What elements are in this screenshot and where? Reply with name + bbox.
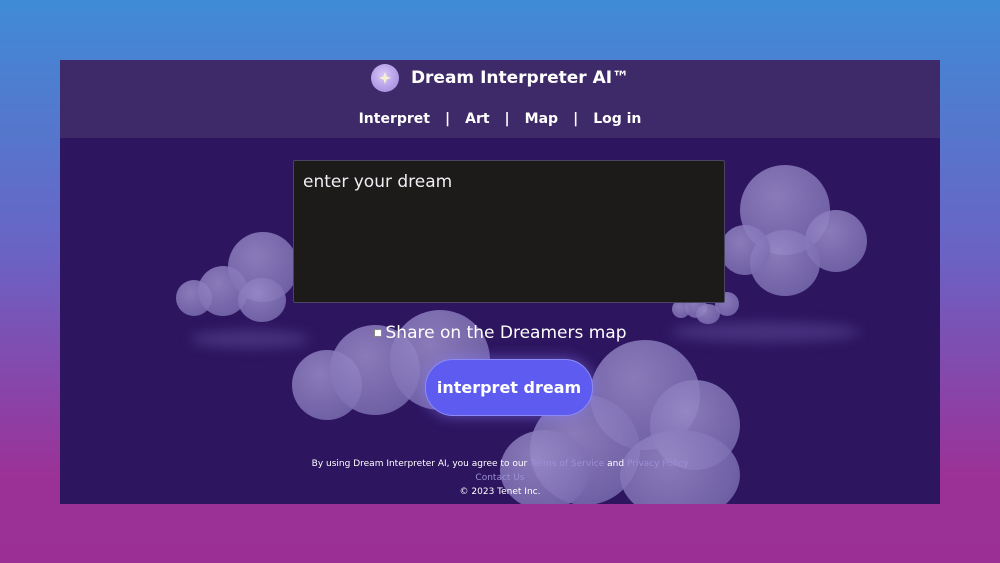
privacy-link[interactable]: Privacy Policy	[627, 459, 688, 469]
share-label[interactable]: Share on the Dreamers map	[386, 323, 627, 343]
nav-art[interactable]: Art	[465, 111, 489, 127]
dream-input[interactable]	[293, 160, 725, 303]
cloud-ball	[238, 278, 286, 322]
footer-and-text: and	[607, 459, 625, 469]
nav-separator: |	[573, 111, 579, 127]
footer-contact: Contact Us	[60, 471, 940, 485]
sparkle-icon	[370, 64, 399, 92]
nav-separator: |	[444, 111, 451, 127]
app-window: Dream Interpreter AI™ Interpret | Art | …	[60, 60, 940, 504]
share-checkbox[interactable]	[373, 329, 382, 337]
nav-interpret[interactable]: Interpret	[359, 111, 430, 127]
footer-agree-text: By using Dream Interpreter AI, you agree…	[311, 459, 528, 469]
contact-link[interactable]: Contact Us	[475, 473, 524, 483]
cloud-ball	[720, 225, 770, 275]
nav-map[interactable]: Map	[525, 111, 558, 127]
footer-agreement: By using Dream Interpreter AI, you agree…	[60, 457, 940, 471]
main-nav: Interpret | Art | Map | Log in	[60, 108, 940, 130]
site-footer: By using Dream Interpreter AI, you agree…	[60, 457, 940, 499]
copyright: © 2023 Tenet Inc.	[459, 487, 541, 497]
nav-login[interactable]: Log in	[593, 111, 641, 127]
brand[interactable]: Dream Interpreter AI™	[60, 63, 940, 93]
nav-separator: |	[504, 111, 510, 127]
site-header: Dream Interpreter AI™ Interpret | Art | …	[60, 60, 940, 138]
brand-title: Dream Interpreter AI™	[410, 68, 630, 88]
share-option: Share on the Dreamers map	[60, 321, 940, 345]
terms-link[interactable]: Terms of Service	[530, 459, 604, 469]
interpret-dream-button[interactable]: interpret dream	[425, 359, 593, 416]
